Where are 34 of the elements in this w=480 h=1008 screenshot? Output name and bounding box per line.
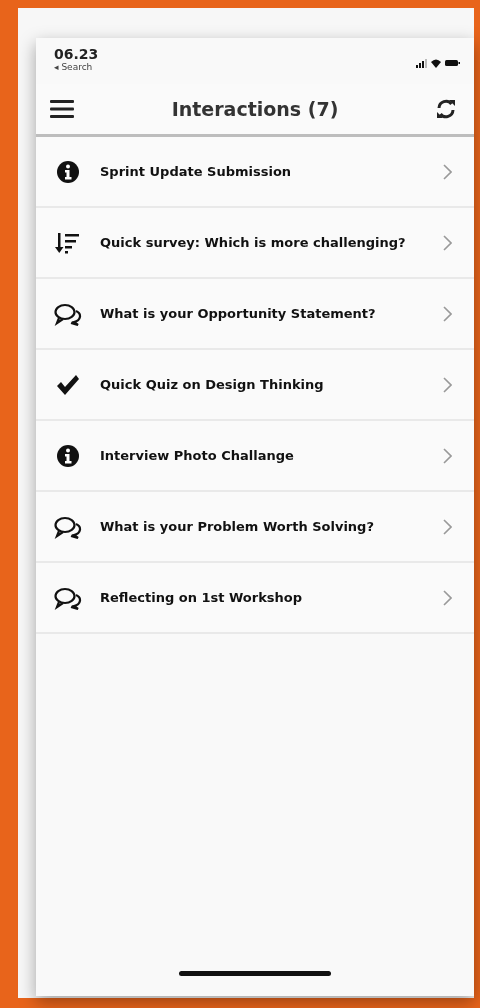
menu-icon <box>50 99 74 119</box>
status-time: 06.23 <box>54 46 99 62</box>
interaction-title: Sprint Update Submission <box>100 165 293 178</box>
sort-icon <box>55 230 81 255</box>
interaction-title: Interview Photo Challange <box>100 449 295 462</box>
interaction-item[interactable]: Quick Quiz on Design Thinking <box>36 350 474 421</box>
interaction-item[interactable]: What is your Opportunity Statement? <box>36 279 474 350</box>
status-icons-drawing <box>416 58 460 68</box>
info-icon <box>56 443 80 468</box>
chevron-icon <box>443 447 452 464</box>
checkmark-icon <box>56 373 80 396</box>
refresh-icon <box>436 99 456 119</box>
interaction-title: Quick Quiz on Design Thinking <box>100 378 325 391</box>
interaction-item[interactable]: Reflecting on 1st Workshop <box>36 563 474 634</box>
interaction-item[interactable]: Interview Photo Challange <box>36 421 474 492</box>
screen-title: Interactions (7) <box>171 98 339 120</box>
chevron-icon <box>443 518 452 535</box>
interaction-item[interactable]: Sprint Update Submission <box>36 137 474 208</box>
info-icon <box>56 159 80 184</box>
interaction-title: Reflecting on 1st Workshop <box>100 591 304 604</box>
chevron-icon <box>443 589 452 606</box>
interaction-title: What is your Problem Worth Solving? <box>100 520 375 533</box>
interaction-item[interactable]: Quick survey: Which is more challenging? <box>36 208 474 279</box>
chat-icon <box>54 585 82 610</box>
chevron-icon <box>443 234 452 251</box>
back-link[interactable]: ◂ Search <box>54 62 99 72</box>
chevron-icon <box>443 376 452 393</box>
interaction-item[interactable]: What is your Problem Worth Solving? <box>36 492 474 563</box>
interaction-title: Quick survey: Which is more challenging? <box>100 236 407 249</box>
chat-icon <box>54 301 82 326</box>
chevron-icon <box>443 163 452 180</box>
chevron-icon <box>443 305 452 322</box>
interaction-title: What is your Opportunity Statement? <box>100 307 377 320</box>
chat-icon <box>54 514 82 539</box>
